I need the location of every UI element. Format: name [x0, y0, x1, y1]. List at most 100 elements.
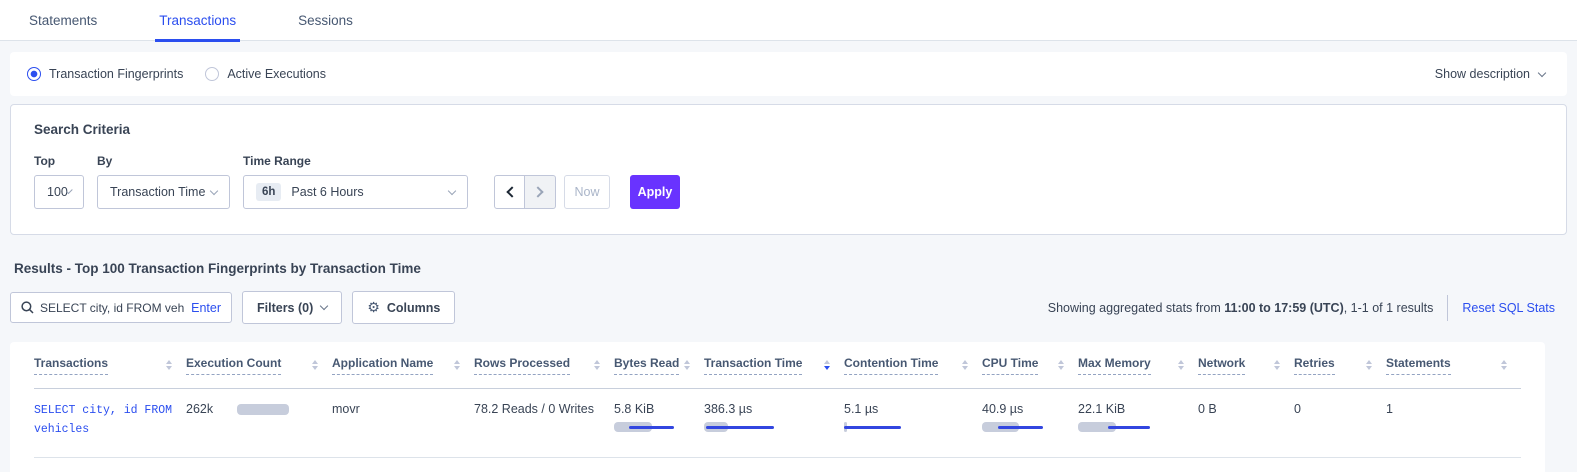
gear-icon: ⚙	[367, 300, 380, 316]
stats-suffix: , 1-1 of 1 results	[1344, 301, 1434, 315]
next-time-window-button[interactable]	[525, 175, 556, 209]
column-header-rows-processed[interactable]: Rows Processed	[474, 356, 614, 375]
search-criteria-card: Search Criteria Top 100 By Transaction T…	[10, 104, 1567, 235]
sort-icon[interactable]	[1274, 360, 1280, 370]
column-header-retries[interactable]: Retries	[1294, 356, 1386, 375]
by-label: By	[97, 154, 230, 168]
rows-processed-cell: 78.2 Reads / 0 Writes	[474, 402, 614, 416]
radio-label: Transaction Fingerprints	[49, 67, 183, 81]
search-input[interactable]	[40, 301, 185, 315]
retries-cell: 0	[1294, 402, 1386, 416]
by-group: By Transaction Time	[97, 154, 230, 209]
column-header-transaction-time[interactable]: Transaction Time	[704, 356, 844, 375]
max-memory-value: 22.1 KiB	[1078, 402, 1186, 416]
radio-label: Active Executions	[227, 67, 326, 81]
table-header-row: Transactions Execution Count Application…	[34, 342, 1521, 389]
sort-icon[interactable]	[684, 360, 690, 370]
sort-icon-descending[interactable]	[824, 360, 830, 370]
chevron-down-icon	[448, 186, 456, 194]
search-criteria-title: Search Criteria	[34, 122, 1543, 137]
column-header-application-name[interactable]: Application Name	[332, 356, 474, 375]
contention-time-cell: 5.1 µs	[844, 402, 982, 433]
contention-time-bar	[844, 422, 919, 433]
max-memory-bar	[1078, 422, 1153, 433]
statements-cell: 1	[1386, 402, 1521, 416]
bytes-read-cell: 5.8 KiB	[614, 402, 704, 433]
stats-range: 11:00 to 17:59 (UTC)	[1224, 301, 1343, 315]
sort-icon[interactable]	[1501, 360, 1507, 370]
sort-icon[interactable]	[594, 360, 600, 370]
results-heading: Results - Top 100 Transaction Fingerprin…	[14, 261, 1563, 276]
columns-button[interactable]: ⚙ Columns	[352, 291, 455, 324]
transaction-fingerprint-link[interactable]: SELECT city, id FROM vehicles	[34, 402, 186, 440]
execution-count-cell: 262k	[186, 402, 332, 416]
sort-icon[interactable]	[962, 360, 968, 370]
application-name-cell: movr	[332, 402, 474, 416]
chevron-right-icon	[532, 186, 543, 197]
sort-icon[interactable]	[312, 360, 318, 370]
top-label: Top	[34, 154, 84, 168]
sort-icon[interactable]	[1178, 360, 1184, 370]
column-header-execution-count[interactable]: Execution Count	[186, 356, 332, 375]
time-range-badge: 6h	[256, 183, 281, 201]
by-select-value: Transaction Time	[110, 185, 205, 199]
cpu-time-cell: 40.9 µs	[982, 402, 1078, 433]
search-icon	[21, 301, 34, 314]
column-header-statements[interactable]: Statements	[1386, 356, 1521, 375]
cpu-time-bar	[982, 422, 1057, 433]
stats-prefix: Showing aggregated stats from	[1048, 301, 1225, 315]
top-select-value: 100	[47, 185, 68, 199]
divider	[1447, 295, 1448, 321]
chevron-down-icon	[1538, 68, 1546, 76]
sort-icon[interactable]	[1058, 360, 1064, 370]
reset-sql-stats-link[interactable]: Reset SQL Stats	[1462, 301, 1555, 315]
search-enter-button[interactable]: Enter	[191, 301, 221, 315]
bytes-read-bar	[614, 422, 689, 433]
sort-icon[interactable]	[1366, 360, 1372, 370]
execution-count-value: 262k	[186, 402, 213, 416]
transaction-time-cell: 386.3 µs	[704, 402, 844, 433]
results-toolbar: Enter Filters (0) ⚙ Columns Showing aggr…	[10, 291, 1567, 324]
bytes-read-value: 5.8 KiB	[614, 402, 692, 416]
radio-active-executions[interactable]: Active Executions	[205, 67, 326, 81]
now-button[interactable]: Now	[564, 175, 610, 209]
contention-time-value: 5.1 µs	[844, 402, 970, 416]
columns-label: Columns	[387, 301, 440, 315]
tab-transactions[interactable]: Transactions	[155, 3, 240, 42]
column-header-transactions[interactable]: Transactions	[34, 356, 186, 375]
max-memory-cell: 22.1 KiB	[1078, 402, 1198, 433]
previous-time-window-button[interactable]	[494, 175, 525, 209]
transaction-time-value: 386.3 µs	[704, 402, 832, 416]
search-box[interactable]: Enter	[10, 292, 232, 323]
column-header-max-memory[interactable]: Max Memory	[1078, 356, 1198, 375]
column-header-bytes-read[interactable]: Bytes Read	[614, 356, 704, 375]
table-row: SELECT city, id FROM vehicles 262k movr …	[34, 389, 1521, 458]
transactions-table-card: Transactions Execution Count Application…	[10, 342, 1545, 472]
radio-selected-icon	[27, 67, 41, 81]
by-select[interactable]: Transaction Time	[97, 175, 230, 209]
column-header-contention-time[interactable]: Contention Time	[844, 356, 982, 375]
time-range-group: Time Range 6h Past 6 Hours	[243, 154, 468, 209]
sort-icon[interactable]	[454, 360, 460, 370]
time-range-value: Past 6 Hours	[291, 185, 363, 199]
show-description-toggle[interactable]: Show description	[1435, 67, 1545, 81]
apply-button[interactable]: Apply	[630, 175, 680, 209]
sort-icon[interactable]	[166, 360, 172, 370]
page-tabbar: Statements Transactions Sessions	[0, 0, 1577, 41]
time-range-select[interactable]: 6h Past 6 Hours	[243, 175, 468, 209]
search-criteria-controls: Top 100 By Transaction Time Time Range 6…	[34, 154, 1543, 209]
chevron-down-icon	[210, 186, 218, 194]
filters-button[interactable]: Filters (0)	[242, 291, 342, 324]
tab-sessions[interactable]: Sessions	[294, 3, 357, 42]
time-range-label: Time Range	[243, 154, 468, 168]
chevron-down-icon	[320, 302, 328, 310]
top-select[interactable]: 100	[34, 175, 84, 209]
cpu-time-value: 40.9 µs	[982, 402, 1066, 416]
view-toggle-card: Transaction Fingerprints Active Executio…	[10, 52, 1567, 96]
radio-transaction-fingerprints[interactable]: Transaction Fingerprints	[27, 67, 183, 81]
aggregated-stats-text: Showing aggregated stats from 11:00 to 1…	[1048, 301, 1434, 315]
tab-statements[interactable]: Statements	[25, 3, 101, 42]
column-header-cpu-time[interactable]: CPU Time	[982, 356, 1078, 375]
column-header-network[interactable]: Network	[1198, 356, 1294, 375]
chevron-left-icon	[506, 186, 517, 197]
